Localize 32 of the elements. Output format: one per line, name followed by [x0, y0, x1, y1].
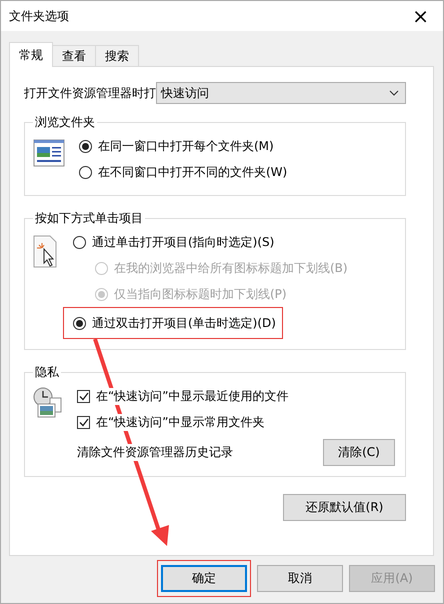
tab[interactable]: 搜索	[95, 45, 139, 67]
group-title: 浏览文件夹	[34, 114, 96, 131]
close-button[interactable]: ×	[408, 4, 433, 28]
radio-button[interactable]	[73, 316, 86, 330]
radio-button[interactable]	[79, 166, 92, 178]
group-title: 隐私	[34, 364, 60, 381]
dropdown[interactable]: 快速访问	[156, 82, 406, 104]
dialog-button[interactable]: 取消	[257, 565, 343, 592]
option-label: 在我的浏览器中给所有图标标题加下划线(B)	[114, 260, 348, 276]
option-label: 通过单击打开项目(指向时选定)(S)	[92, 234, 274, 250]
clear-history-label: 清除文件资源管理器历史记录	[77, 444, 233, 461]
clock-picture-icon	[33, 387, 63, 419]
clear-button[interactable]: 清除(C)	[323, 439, 395, 466]
option-label: 通过双击打开项目(单击时选定)(D)	[92, 314, 276, 332]
radio-button[interactable]	[79, 140, 92, 152]
restore-defaults-button[interactable]: 还原默认值(R)	[283, 494, 406, 521]
option-label: 在同一窗口中打开每个文件夹(M)	[98, 138, 274, 154]
option-label: 仅当指向图标标题时加下划线(P)	[114, 286, 287, 302]
option-label: 在“快速访问”中显示最近使用的文件	[96, 388, 288, 404]
checkbox[interactable]	[77, 416, 90, 428]
group-title: 按如下方式单击项目	[34, 210, 144, 227]
radio-button[interactable]	[73, 236, 86, 248]
window-title: 文件夹选项	[9, 8, 69, 24]
field-label: 打开文件资源管理器时打	[24, 84, 156, 102]
tab[interactable]: 常规	[9, 42, 53, 67]
checkbox[interactable]	[77, 390, 90, 402]
window-icon	[33, 139, 65, 167]
chevron-down-icon	[389, 90, 399, 96]
dialog-button[interactable]: 确定	[161, 565, 247, 592]
option-label: 在“快速访问”中显示常用文件夹	[96, 414, 264, 430]
cursor-document-icon	[33, 235, 59, 269]
option-label: 在不同窗口中打开不同的文件夹(W)	[98, 164, 288, 180]
